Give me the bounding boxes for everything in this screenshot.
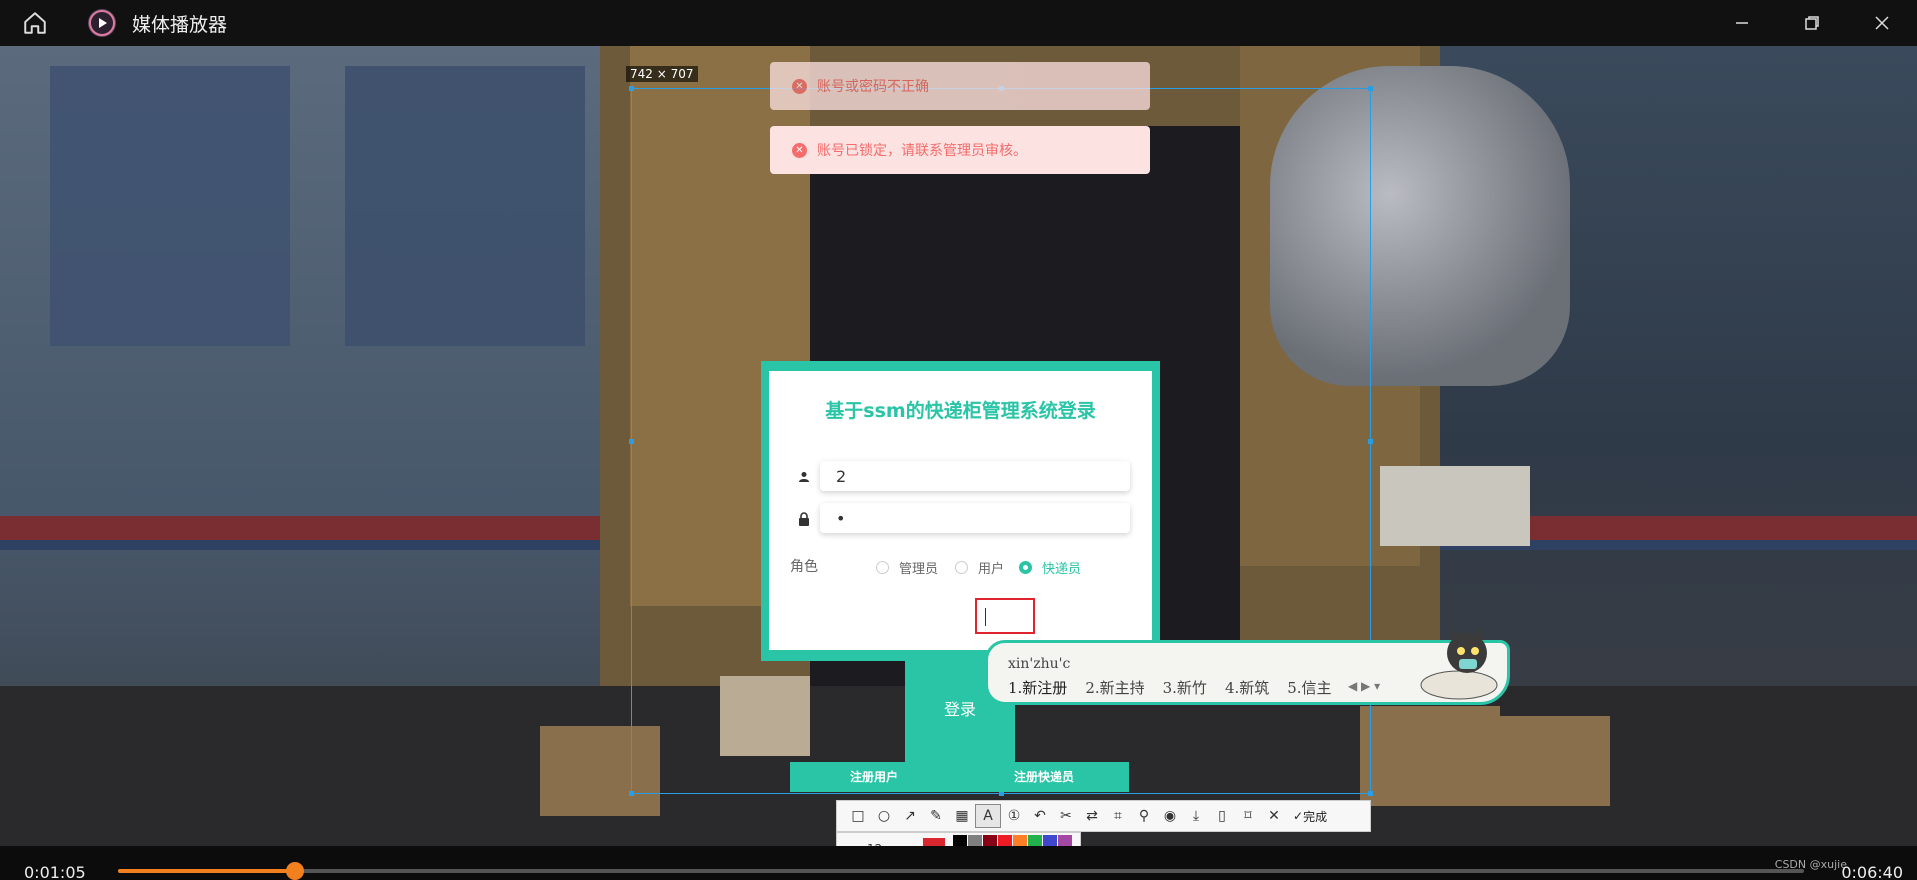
register-courier-link[interactable]: 注册快递员 bbox=[1014, 768, 1074, 785]
restore-icon bbox=[1805, 16, 1819, 30]
home-button[interactable] bbox=[0, 0, 70, 46]
watermark: CSDN @xujie bbox=[1774, 858, 1847, 871]
done-button[interactable]: ✓ 完成 bbox=[1293, 808, 1327, 825]
video-parcel bbox=[1500, 716, 1610, 806]
minimize-button[interactable] bbox=[1707, 0, 1777, 46]
cancel-icon[interactable]: ✕ bbox=[1261, 804, 1287, 828]
download-icon[interactable]: ⤓ bbox=[1183, 804, 1209, 828]
lock-icon bbox=[797, 512, 811, 526]
undo-icon[interactable]: ↶ bbox=[1027, 804, 1053, 828]
minimize-icon bbox=[1736, 22, 1748, 24]
video-parcel bbox=[1360, 706, 1500, 806]
current-time: 0:01:05 bbox=[24, 863, 86, 880]
ime-candidate-list: 1.新注册 2.新主持 3.新竹 4.新筑 5.信主 bbox=[1008, 677, 1350, 698]
register-bar bbox=[790, 762, 1129, 792]
ime-candidate[interactable]: 1.新注册 bbox=[1008, 677, 1067, 698]
error-icon: ✕ bbox=[792, 142, 807, 158]
ime-candidate[interactable]: 3.新竹 bbox=[1163, 677, 1207, 698]
video-sign-panel bbox=[50, 66, 290, 346]
title-bar: 媒体播放器 bbox=[0, 0, 1917, 46]
total-time: 0:06:40 bbox=[1841, 863, 1903, 880]
toast-text: 账号已锁定，请联系管理员审核。 bbox=[817, 143, 1027, 159]
close-icon bbox=[1875, 16, 1889, 30]
error-icon: ✕ bbox=[792, 78, 807, 94]
done-label: 完成 bbox=[1303, 809, 1328, 824]
ime-candidate[interactable]: 4.新筑 bbox=[1225, 677, 1269, 698]
progress-track[interactable] bbox=[118, 869, 1804, 873]
resize-handle[interactable] bbox=[1368, 791, 1373, 796]
error-toast: ✕ 账号已锁定，请联系管理员审核。 bbox=[770, 126, 1150, 174]
ocr-tool-icon[interactable]: ⌗ bbox=[1105, 804, 1131, 828]
resize-handle[interactable] bbox=[1368, 86, 1373, 91]
progress-knob[interactable] bbox=[286, 862, 304, 880]
radio-circle bbox=[955, 561, 968, 574]
role-radio-courier[interactable]: 快递员 bbox=[1019, 558, 1081, 577]
pin-icon[interactable]: ⚲ bbox=[1131, 804, 1157, 828]
number-tool-icon[interactable]: ① bbox=[1001, 804, 1027, 828]
username-input[interactable]: 2 bbox=[820, 461, 1130, 491]
register-user-link[interactable]: 注册用户 bbox=[850, 768, 898, 785]
ime-page-arrows-icon[interactable]: ◀ ▶ ▾ bbox=[1348, 679, 1380, 693]
error-toast: ✕ 账号或密码不正确 bbox=[770, 62, 1150, 110]
restore-button[interactable] bbox=[1777, 0, 1847, 46]
check-icon: ✓ bbox=[1293, 809, 1304, 823]
arrow-tool-icon[interactable]: ↗ bbox=[897, 804, 923, 828]
rectangle-tool-icon[interactable]: □ bbox=[845, 804, 871, 828]
resize-handle[interactable] bbox=[629, 439, 634, 444]
text-caret bbox=[985, 608, 986, 626]
user-icon bbox=[797, 470, 811, 484]
ime-cat-mascot-icon bbox=[1420, 627, 1498, 700]
ime-candidate-window: xin'zhu'c 1.新注册 2.新主持 3.新竹 4.新筑 5.信主 ◀ ▶… bbox=[985, 627, 1510, 705]
toast-text: 账号或密码不正确 bbox=[817, 79, 929, 95]
role-radio-user[interactable]: 用户 bbox=[955, 558, 1004, 577]
cutout-tool-icon[interactable]: ✂ bbox=[1053, 804, 1079, 828]
phone-icon[interactable]: ▯ bbox=[1209, 804, 1235, 828]
login-title: 基于ssm的快递柜管理系统登录 bbox=[825, 400, 1096, 422]
close-button[interactable] bbox=[1847, 0, 1917, 46]
mosaic-tool-icon[interactable]: ▦ bbox=[949, 804, 975, 828]
role-label: 角色 bbox=[790, 559, 818, 575]
ime-candidate[interactable]: 5.信主 bbox=[1287, 677, 1331, 698]
radio-circle bbox=[1019, 561, 1032, 574]
progress-fill bbox=[118, 869, 295, 873]
window-title: 媒体播放器 bbox=[132, 13, 228, 36]
window-controls bbox=[1707, 0, 1917, 46]
text-annotation-box[interactable] bbox=[975, 598, 1035, 634]
radio-label: 快递员 bbox=[1042, 562, 1082, 577]
selection-size-label: 742 × 707 bbox=[626, 66, 698, 82]
screenshot-toolbar: □ ○ ↗ ✎ ▦ A ① ↶ ✂ ⇄ ⌗ ⚲ ◉ ⤓ ▯ ⌑ ✕ ✓ 完成 bbox=[836, 800, 1371, 832]
bookmark-icon[interactable]: ⌑ bbox=[1235, 804, 1261, 828]
translate-tool-icon[interactable]: ⇄ bbox=[1079, 804, 1105, 828]
radio-circle bbox=[876, 561, 889, 574]
ime-composition: xin'zhu'c bbox=[1008, 656, 1071, 672]
home-icon bbox=[24, 12, 46, 34]
pen-tool-icon[interactable]: ✎ bbox=[923, 804, 949, 828]
text-tool-icon[interactable]: A bbox=[975, 804, 1001, 828]
media-player-logo-icon bbox=[88, 9, 116, 37]
resize-handle[interactable] bbox=[629, 791, 634, 796]
ellipse-tool-icon[interactable]: ○ bbox=[871, 804, 897, 828]
ime-candidate[interactable]: 2.新主持 bbox=[1085, 677, 1144, 698]
video-parcel bbox=[1380, 466, 1530, 546]
resize-handle[interactable] bbox=[629, 86, 634, 91]
record-icon[interactable]: ◉ bbox=[1157, 804, 1183, 828]
resize-handle[interactable] bbox=[1368, 439, 1373, 444]
role-radio-admin[interactable]: 管理员 bbox=[876, 558, 938, 577]
radio-label: 用户 bbox=[978, 562, 1005, 577]
video-emblem-panel bbox=[345, 66, 585, 346]
radio-label: 管理员 bbox=[899, 562, 939, 577]
password-input[interactable]: • bbox=[820, 503, 1130, 533]
